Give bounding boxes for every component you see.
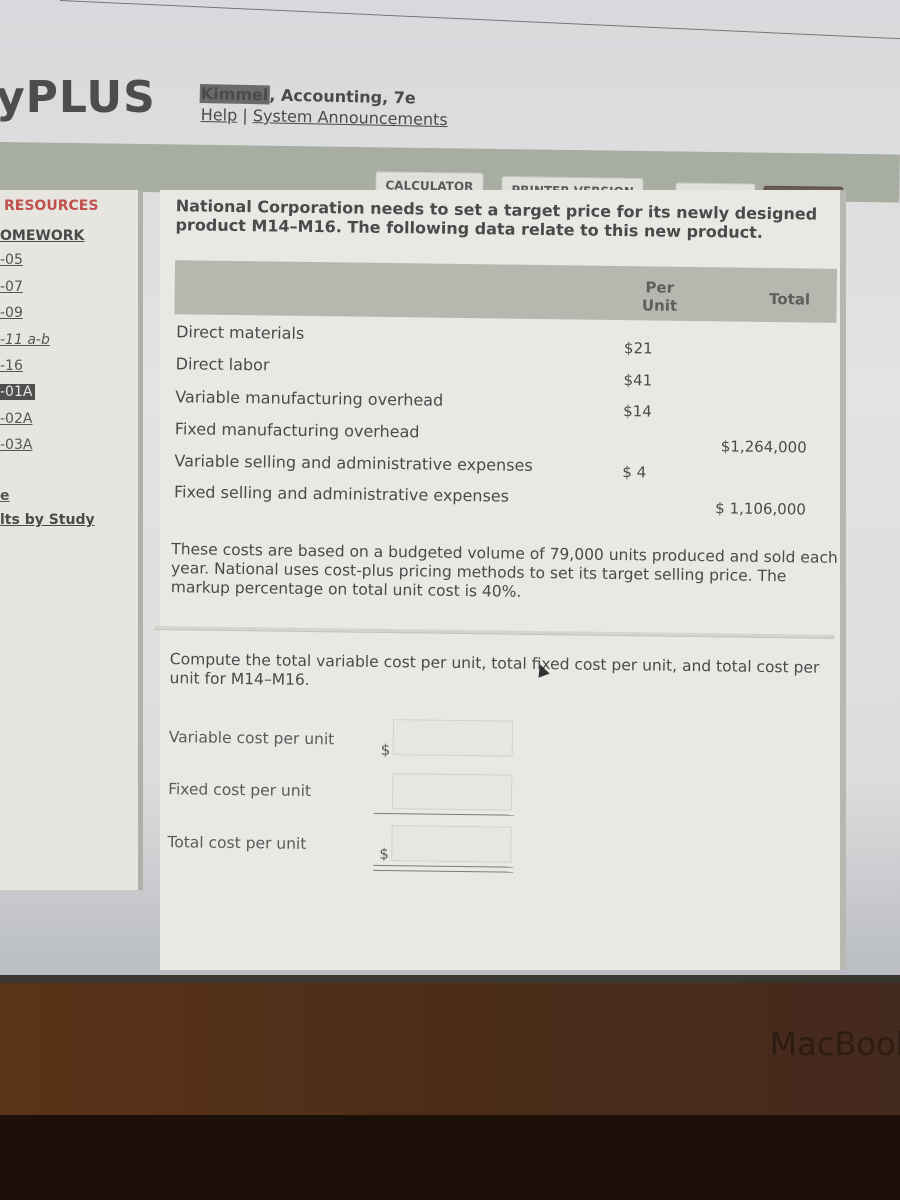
per-unit-header: Per Unit xyxy=(629,278,689,315)
row-total: $1,264,000 xyxy=(720,437,807,457)
system-announcements-link[interactable]: System Announcements xyxy=(253,106,448,129)
problem-intro: National Corporation needs to set a targ… xyxy=(175,196,818,242)
link-separator: | xyxy=(242,105,248,125)
resources-heading[interactable]: RESOURCES xyxy=(4,198,98,214)
row-label: Variable selling and administrative expe… xyxy=(174,451,533,475)
row-per-unit: $14 xyxy=(623,402,652,421)
screen-bezel xyxy=(0,975,900,983)
results-by-study-link[interactable]: lts by Study xyxy=(0,512,95,528)
laptop-screen: yPLUS Kimmel, Accounting, 7e Help | Syst… xyxy=(0,0,900,975)
sidebar-item[interactable]: -07 xyxy=(0,279,23,295)
total-cost-input[interactable] xyxy=(391,825,512,863)
total-cost-currency: $ xyxy=(379,844,389,864)
total-double-rule xyxy=(373,864,514,873)
row-label: Variable manufacturing overhead xyxy=(175,387,444,410)
sidebar-item[interactable]: -11 a-b xyxy=(0,332,50,348)
sidebar-item[interactable]: -09 xyxy=(0,305,23,321)
homework-heading[interactable]: OMEWORK xyxy=(0,228,84,244)
fixed-cost-input[interactable] xyxy=(391,773,513,811)
sidebar-item[interactable]: -02A xyxy=(0,411,32,427)
sidebar-item[interactable]: -05 xyxy=(0,252,23,268)
sidebar: RESOURCES OMEWORK -05 -07 -09 -11 a-b -1… xyxy=(0,190,143,890)
sidebar-item-active[interactable]: -01A xyxy=(0,384,36,400)
row-label: Direct labor xyxy=(175,354,270,375)
per-unit-header-line2: Unit xyxy=(641,296,678,315)
row-per-unit: $21 xyxy=(623,339,653,358)
row-per-unit: $ 4 xyxy=(622,463,647,482)
cost-table-header: Per Unit Total xyxy=(174,260,838,323)
fixed-cost-label: Fixed cost per unit xyxy=(168,780,312,801)
course-author: Kimmel xyxy=(199,84,270,105)
screen-top-edge xyxy=(60,0,900,1)
subtotal-rule xyxy=(373,812,514,816)
problem-context: These costs are based on a budgeted volu… xyxy=(170,540,838,601)
problem-panel: National Corporation needs to set a targ… xyxy=(154,190,846,970)
variable-cost-input[interactable] xyxy=(392,719,514,757)
variable-cost-currency: $ xyxy=(380,740,391,760)
per-unit-header-line1: Per xyxy=(645,278,675,297)
row-label: Fixed selling and administrative expense… xyxy=(173,482,510,506)
sidebar-item[interactable]: -03A xyxy=(0,437,32,453)
help-link[interactable]: Help xyxy=(201,105,238,125)
row-total: $ 1,106,000 xyxy=(715,499,806,519)
wileyplus-logo: yPLUS xyxy=(0,72,156,123)
sidebar-partial-link[interactable]: e xyxy=(0,488,10,504)
total-header: Total xyxy=(769,289,811,309)
macbook-brand-label: MacBook xyxy=(769,1025,900,1063)
sidebar-item[interactable]: -16 xyxy=(0,358,23,374)
course-title: Kimmel, Accounting, 7e xyxy=(199,84,416,108)
row-label: Direct materials xyxy=(176,322,305,343)
row-label: Fixed manufacturing overhead xyxy=(174,419,420,442)
total-cost-label: Total cost per unit xyxy=(167,833,307,853)
background-surface xyxy=(0,1115,900,1200)
row-per-unit: $41 xyxy=(623,371,653,390)
question-text: Compute the total variable cost per unit… xyxy=(169,650,820,690)
section-divider xyxy=(154,625,835,639)
header-links: Help | System Announcements xyxy=(201,105,448,129)
laptop-bezel: MacBook xyxy=(0,983,900,1115)
variable-cost-label: Variable cost per unit xyxy=(168,728,335,749)
course-name: , Accounting, 7e xyxy=(269,85,416,108)
